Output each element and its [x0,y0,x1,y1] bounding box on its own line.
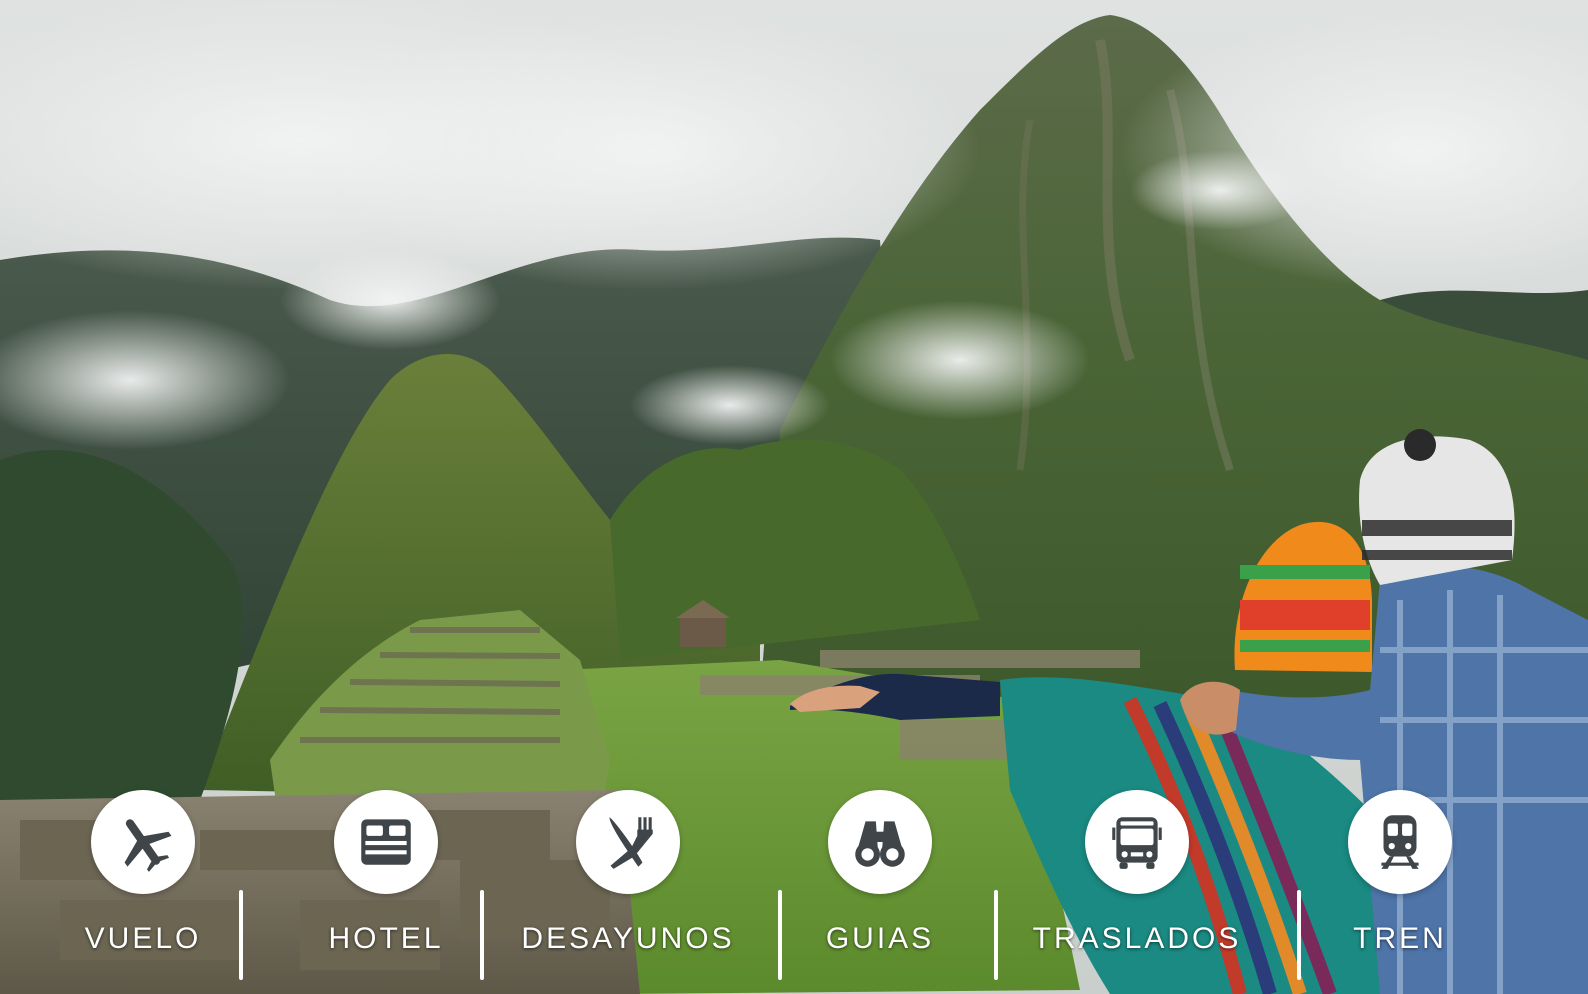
feature-bar: VUELO HOTEL DESAYUNOS GUIAS TRASLADOS TR… [0,0,1588,994]
feature-traslados[interactable]: TRASLADOS [1027,790,1247,980]
feature-vuelo[interactable]: VUELO [33,790,253,980]
bus-icon [1112,817,1162,869]
feature-desayunos-circle[interactable] [576,790,680,894]
feature-guias-circle[interactable] [828,790,932,894]
bed-icon [361,819,411,865]
feature-hotel-label: HOTEL [328,922,444,955]
feature-tren-label: TREN [1353,922,1447,955]
feature-vuelo-label: VUELO [84,922,202,955]
fork-knife-icon [609,817,653,869]
feature-traslados-circle[interactable] [1085,790,1189,894]
binoculars-icon [855,821,905,867]
feature-desayunos[interactable]: DESAYUNOS [518,790,738,980]
feature-guias-label: GUIAS [825,922,935,955]
divider [480,890,484,980]
feature-guias[interactable]: GUIAS [770,790,990,980]
feature-hotel[interactable]: HOTEL [276,790,496,980]
divider [994,890,998,980]
feature-vuelo-circle[interactable] [91,790,195,894]
feature-desayunos-label: DESAYUNOS [521,922,735,955]
feature-hotel-circle[interactable] [334,790,438,894]
feature-traslados-label: TRASLADOS [1032,922,1242,955]
train-icon [1381,815,1419,869]
feature-tren[interactable]: TREN [1290,790,1510,980]
divider [239,890,243,980]
airplane-icon [124,819,172,872]
feature-tren-circle[interactable] [1348,790,1452,894]
